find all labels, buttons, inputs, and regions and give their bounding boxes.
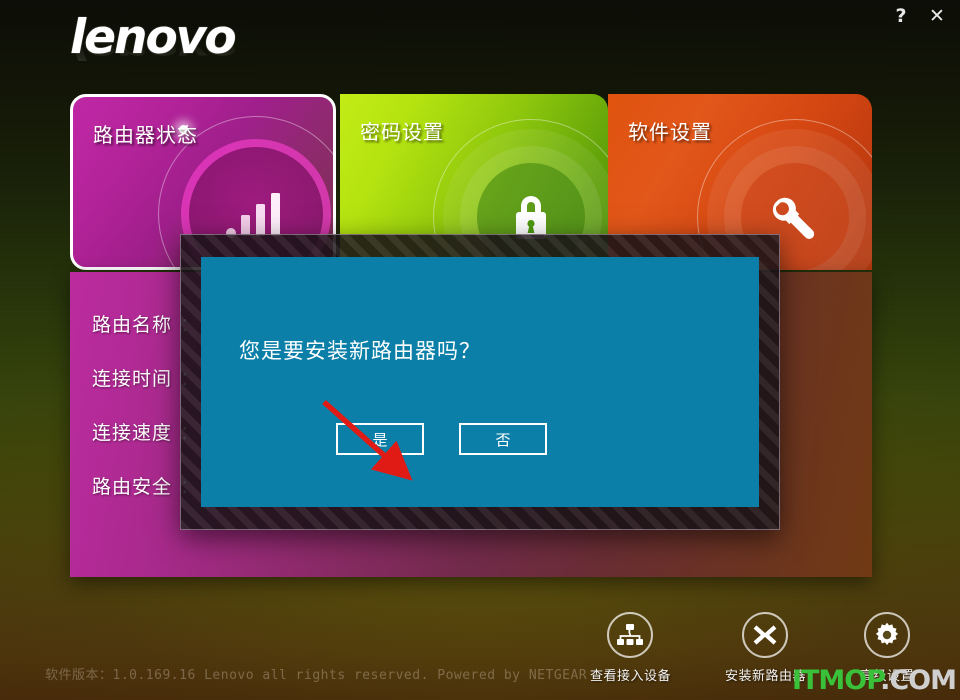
watermark-main: ITMOP (791, 665, 881, 696)
logo-reflection: lenovo (70, 34, 235, 66)
help-icon[interactable]: ? (890, 4, 912, 28)
confirm-dialog: 您是要安装新路由器吗？ 是 否 (201, 257, 759, 507)
site-watermark: ITMOP.COM (791, 665, 957, 696)
tile-password-settings-label: 密码设置 (360, 120, 444, 144)
confirm-dialog-frame: 您是要安装新路由器吗？ 是 否 (180, 234, 780, 530)
dialog-button-row: 是 否 (201, 423, 759, 455)
tile-software-settings-label: 软件设置 (628, 120, 712, 144)
info-label: 连接速度 (92, 422, 173, 444)
close-icon[interactable]: ✕ (926, 4, 948, 28)
connect-chevrons-icon (742, 612, 789, 658)
lenovo-logo: lenovo lenovo (70, 14, 237, 110)
window-controls: ? ✕ (890, 4, 948, 28)
app-window: ? ✕ lenovo lenovo 路由器状态 密码设置 软件设置 路由名称 连… (0, 0, 960, 700)
tile-router-status-label: 路由器状态 (93, 123, 198, 147)
info-label: 路由名称 (92, 314, 173, 336)
toolbar-item-view-devices[interactable]: 查看接入设备 (590, 612, 671, 684)
dialog-message: 您是要安装新路由器吗？ (239, 339, 481, 363)
toolbar-item-view-devices-label: 查看接入设备 (589, 669, 671, 684)
info-label: 连接时间 (92, 368, 173, 390)
network-tree-icon (607, 612, 654, 658)
watermark-suffix: .COM (880, 665, 957, 696)
info-label: 路由安全 (92, 476, 173, 498)
confirm-no-button[interactable]: 否 (459, 423, 547, 455)
confirm-yes-button[interactable]: 是 (336, 423, 424, 455)
footer-version-text: 软件版本：1.0.169.16 Lenovo all rights reserv… (45, 668, 588, 683)
gear-icon (863, 612, 910, 658)
